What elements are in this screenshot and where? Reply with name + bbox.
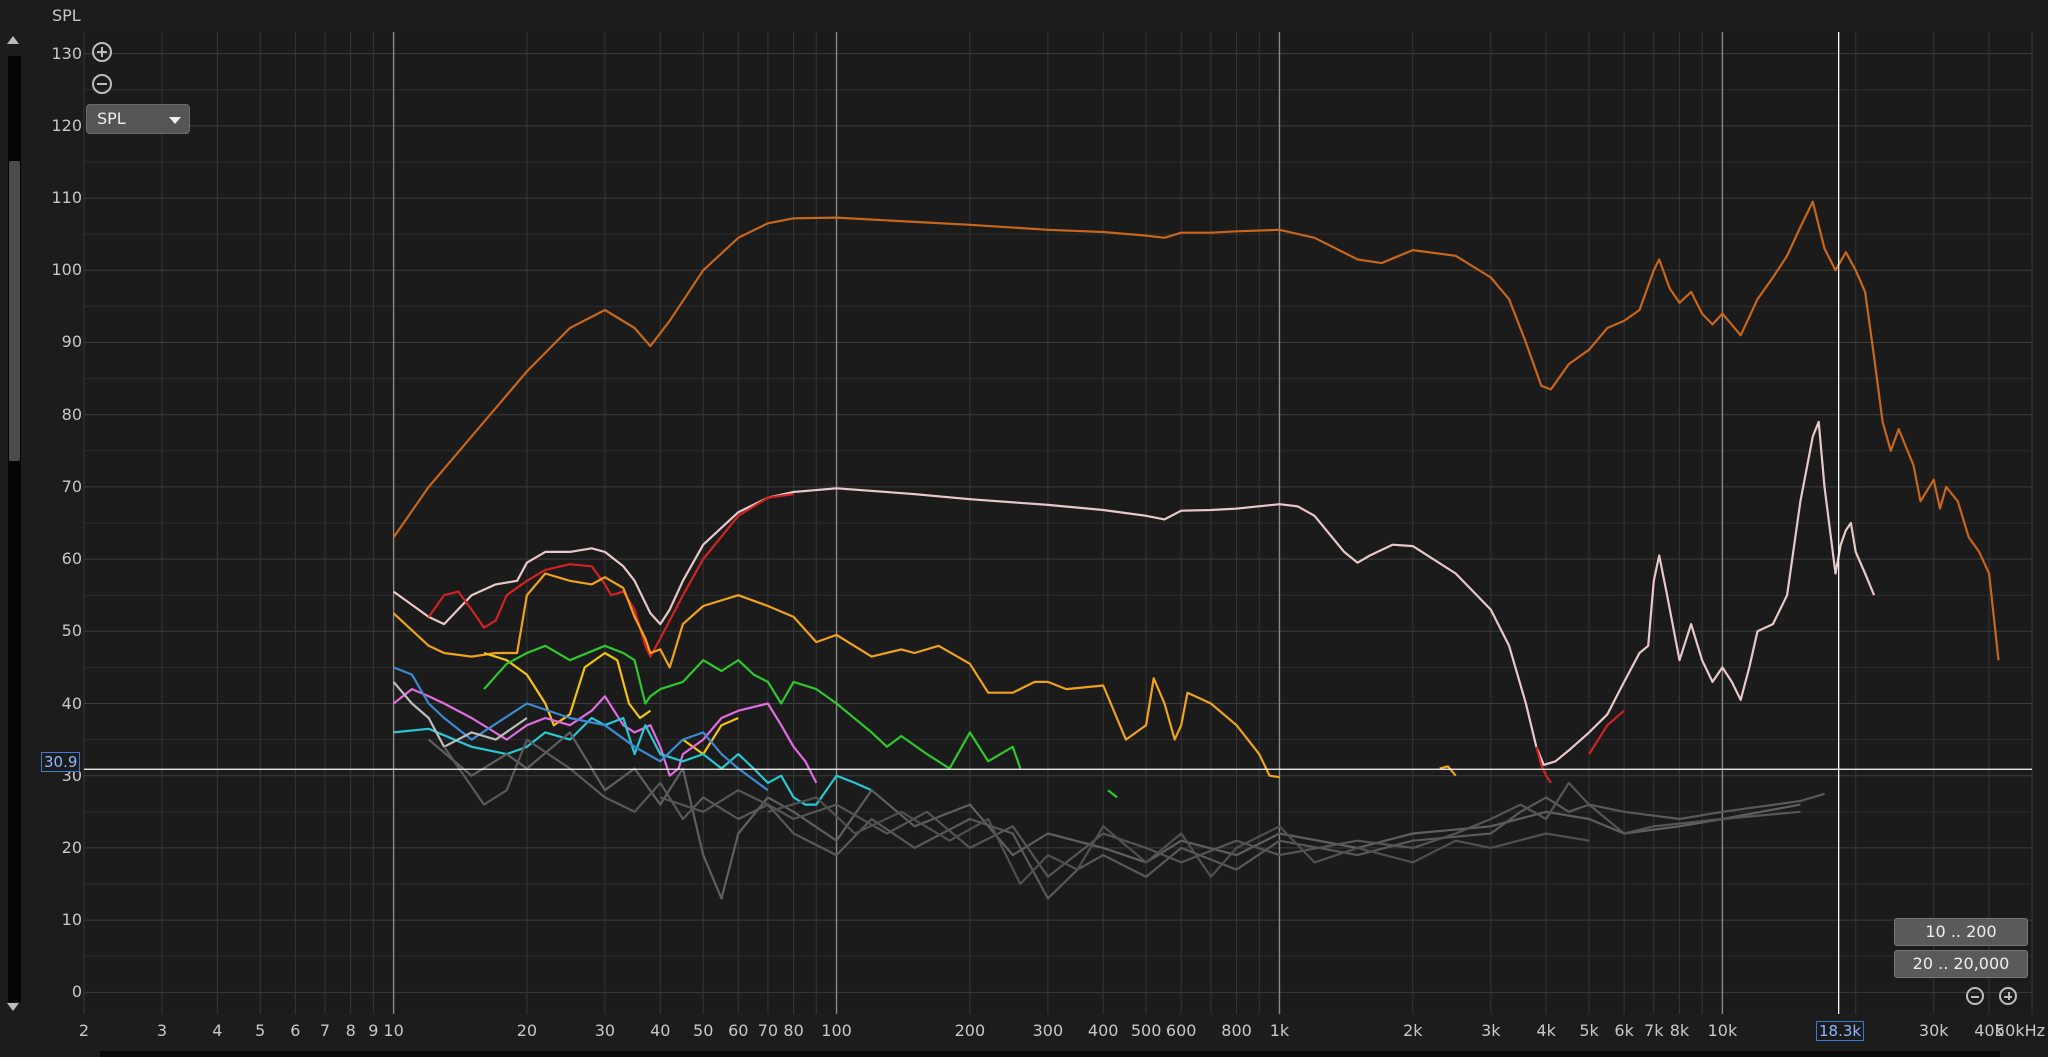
- x-tick-label: 30k: [1918, 1021, 1949, 1040]
- x-tick-label: 6k: [1614, 1021, 1634, 1040]
- x-tick-label: 400: [1087, 1021, 1119, 1040]
- x-tick-label: 2: [78, 1021, 90, 1040]
- y-tick-label: 60: [61, 549, 82, 569]
- x-tick-label: 10: [383, 1021, 404, 1040]
- y-tick-label: 110: [51, 188, 82, 208]
- vertical-scroll-thumb[interactable]: [9, 161, 20, 461]
- x-tick-label: 40: [650, 1021, 671, 1040]
- y-tick-label: 0: [71, 982, 82, 1002]
- x-tick-label: 80: [783, 1021, 804, 1040]
- x-tick-label: 5: [255, 1021, 266, 1040]
- x-tick-label: 50kHz: [1994, 1021, 2046, 1040]
- x-zoom-in-icon[interactable]: [1999, 987, 2017, 1005]
- zoom-out-icon[interactable]: [92, 74, 112, 94]
- x-tick-label: 8: [345, 1021, 356, 1040]
- spl-chart[interactable]: [0, 0, 2048, 1057]
- cursor-frequency-readout: 18.3k: [1816, 1021, 1865, 1041]
- x-tick-label: 6: [290, 1021, 301, 1040]
- y-tick-label: 80: [61, 404, 82, 424]
- x-tick-label: 5k: [1579, 1021, 1599, 1040]
- y-tick-label: 120: [51, 115, 82, 135]
- y-tick-label: 130: [51, 43, 82, 63]
- range-10-200-button[interactable]: 10 .. 200: [1894, 918, 2028, 946]
- x-tick-label: 8k: [1669, 1021, 1690, 1040]
- x-tick-label: 500: [1130, 1021, 1162, 1040]
- x-tick-label: 300: [1032, 1021, 1064, 1040]
- x-tick-label: 3: [156, 1021, 168, 1040]
- x-tick-label: 9: [368, 1021, 379, 1040]
- cursor-spl-readout: 30.9: [41, 752, 81, 772]
- x-tick-label: 10k: [1707, 1021, 1738, 1040]
- graph-type-select-label: SPL: [97, 109, 126, 128]
- y-tick-label: 20: [61, 837, 82, 857]
- x-tick-label: 20: [516, 1021, 538, 1040]
- x-zoom-out-icon[interactable]: [1966, 987, 1984, 1005]
- x-tick-label: 100: [821, 1021, 852, 1040]
- scroll-up-icon[interactable]: [7, 36, 19, 44]
- scroll-down-icon[interactable]: [7, 1003, 19, 1011]
- y-tick-label: 40: [61, 693, 82, 713]
- x-tick-label: 70: [757, 1021, 779, 1040]
- chevron-down-icon: [169, 117, 181, 124]
- y-axis-title: SPL: [52, 6, 81, 25]
- x-tick-label: 2k: [1403, 1021, 1423, 1040]
- y-tick-label: 70: [61, 476, 82, 496]
- x-tick-label: 600: [1165, 1021, 1197, 1040]
- x-tick-label: 800: [1221, 1021, 1252, 1040]
- y-tick-label: 100: [51, 260, 82, 280]
- x-tick-label: 1k: [1269, 1021, 1290, 1040]
- x-tick-label: 7k: [1644, 1021, 1664, 1040]
- range-20-20000-button[interactable]: 20 .. 20,000: [1894, 950, 2028, 978]
- horizontal-scrollbar[interactable]: [100, 1051, 2000, 1057]
- graph-type-select[interactable]: SPL: [86, 104, 190, 134]
- x-tick-label: 30: [594, 1021, 616, 1040]
- x-tick-label: 60: [728, 1021, 749, 1040]
- x-tick-label: 50: [693, 1021, 714, 1040]
- zoom-in-icon[interactable]: [92, 42, 112, 62]
- x-tick-label: 3k: [1481, 1021, 1501, 1040]
- y-tick-label: 10: [61, 910, 82, 930]
- x-tick-label: 4k: [1536, 1021, 1556, 1040]
- x-tick-label: 200: [954, 1021, 986, 1040]
- x-tick-label: 7: [319, 1021, 331, 1040]
- y-tick-label: 50: [61, 621, 82, 641]
- x-tick-label: 4: [212, 1021, 223, 1040]
- y-tick-label: 90: [61, 332, 82, 352]
